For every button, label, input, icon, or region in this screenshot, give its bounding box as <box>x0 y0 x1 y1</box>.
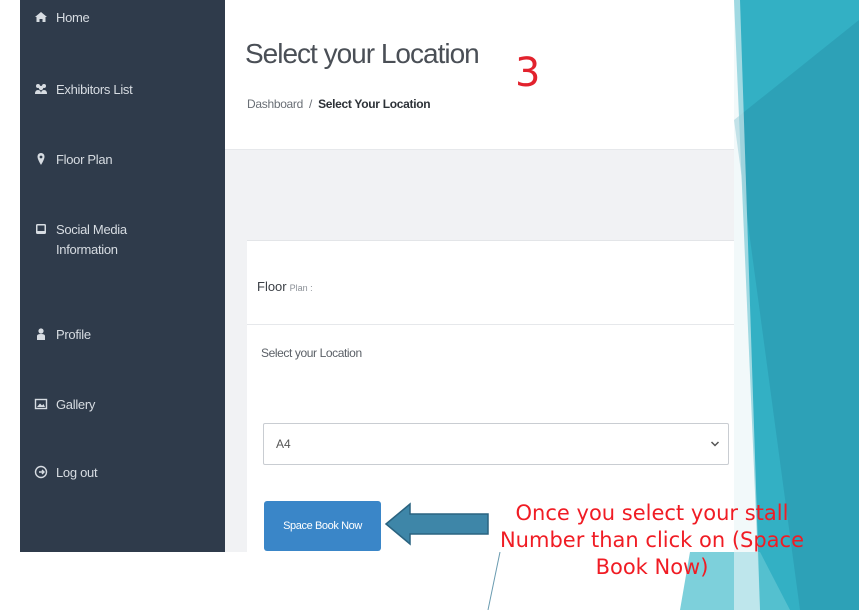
sidebar-item-home[interactable]: Home <box>34 8 90 28</box>
location-select-value: A4 <box>276 437 291 451</box>
sidebar: Home Exhibitors List Floor Plan Social M… <box>20 0 225 552</box>
card-title-sub: Plan : <box>289 283 313 293</box>
breadcrumb: Dashboard / Select Your Location <box>247 97 431 111</box>
sign-out-icon <box>34 465 50 481</box>
callout-instruction: Once you select your stall Number than c… <box>499 501 805 579</box>
card-title-main: Floor <box>257 279 287 294</box>
card-divider <box>247 324 734 325</box>
sidebar-item-label: Profile <box>56 327 91 342</box>
space-book-now-button[interactable]: Space Book Now <box>264 501 381 551</box>
chevron-down-icon <box>710 441 720 447</box>
user-icon <box>34 327 50 343</box>
sidebar-item-label: Social Media Information <box>56 222 127 257</box>
breadcrumb-dashboard-link[interactable]: Dashboard <box>247 97 303 111</box>
sidebar-item-label: Gallery <box>56 397 96 412</box>
location-field-label: Select your Location <box>261 346 362 360</box>
map-marker-icon <box>34 152 50 168</box>
sidebar-item-log-out[interactable]: Log out <box>34 463 98 483</box>
step-number-label: 3 <box>515 50 541 96</box>
home-icon <box>34 10 50 26</box>
sidebar-item-gallery[interactable]: Gallery <box>34 395 95 415</box>
sidebar-item-label: Log out <box>56 465 98 480</box>
picture-icon <box>34 397 50 413</box>
page-title: Select your Location <box>245 38 480 69</box>
left-arrow-icon <box>384 502 489 546</box>
sidebar-item-floor-plan[interactable]: Floor Plan <box>34 150 113 170</box>
main-content: Select your Location Dashboard / Select Yo… <box>225 0 734 552</box>
tablet-icon <box>34 222 50 238</box>
app-screenshot: Home Exhibitors List Floor Plan Social M… <box>20 0 734 552</box>
breadcrumb-current: Select Your Location <box>318 97 431 111</box>
users-icon <box>34 82 50 98</box>
sidebar-item-exhibitors-list[interactable]: Exhibitors List <box>34 80 133 100</box>
breadcrumb-separator: / <box>309 97 313 111</box>
card-title: Floor Plan : <box>257 279 313 294</box>
sidebar-item-label: Home <box>56 10 90 25</box>
sidebar-item-social-media-information[interactable]: Social Media Information <box>34 220 127 260</box>
sidebar-item-label: Exhibitors List <box>56 82 133 97</box>
sidebar-item-label: Floor Plan <box>56 152 113 167</box>
page-header: Select your Location Dashboard / Select Yo… <box>225 0 734 150</box>
sidebar-item-profile[interactable]: Profile <box>34 325 91 345</box>
location-select[interactable]: A4 <box>263 423 729 465</box>
